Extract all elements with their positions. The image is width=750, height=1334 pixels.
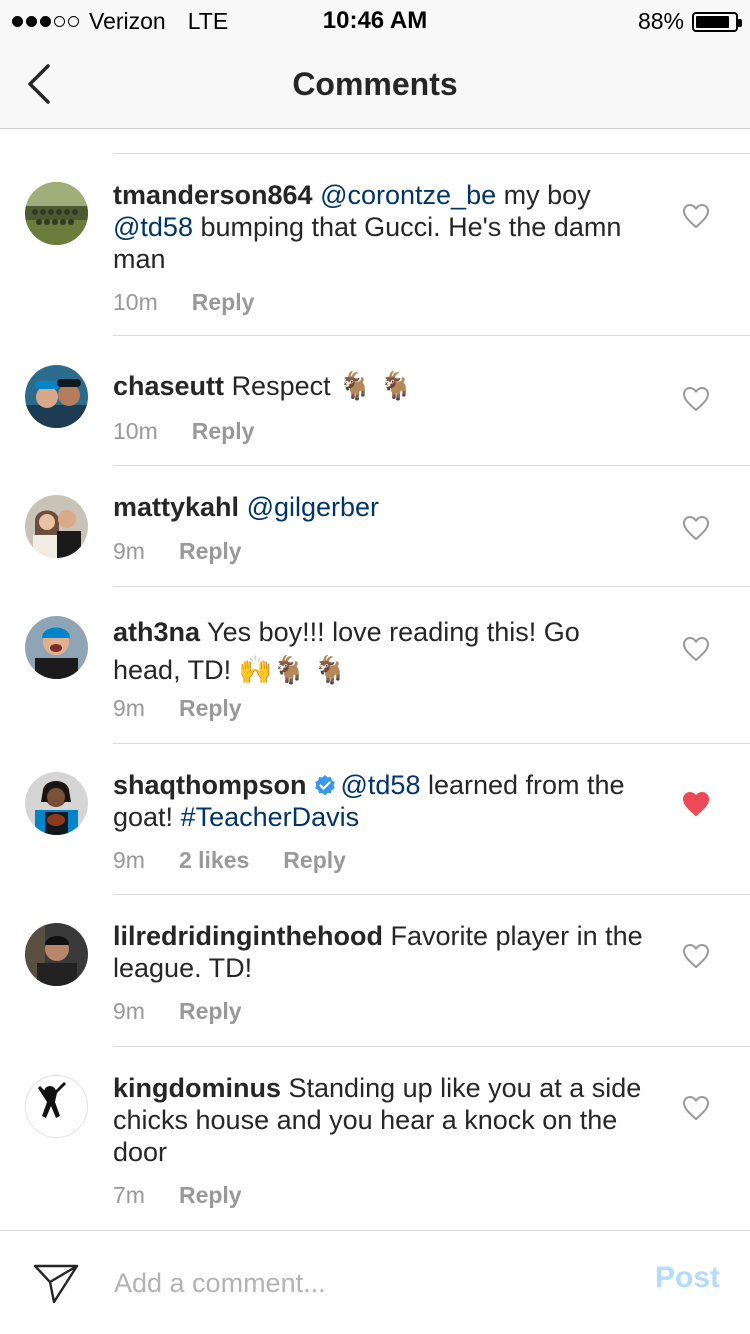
heart-icon[interactable] xyxy=(682,515,710,541)
comment-time: 9m xyxy=(113,695,145,721)
likes-count[interactable]: 2 likes xyxy=(179,847,249,874)
reply-button[interactable]: Reply xyxy=(179,695,242,722)
comment-time: 7m xyxy=(113,1182,145,1208)
comment-username[interactable]: chaseutt xyxy=(113,371,224,401)
comment-username[interactable]: mattykahl xyxy=(113,492,239,522)
comment-meta: 10m Reply xyxy=(113,418,254,445)
divider xyxy=(113,743,750,744)
divider xyxy=(113,153,750,154)
heart-icon[interactable] xyxy=(682,943,710,969)
divider xyxy=(113,1046,750,1047)
comment-link[interactable]: @corontze_be xyxy=(320,180,496,210)
battery-info: 88% xyxy=(637,8,742,35)
heart-icon[interactable] xyxy=(682,636,710,662)
reply-button[interactable]: Reply xyxy=(179,538,242,565)
comment-username[interactable]: lilredridinginthehood xyxy=(113,921,383,951)
comment-meta: 10m Reply xyxy=(113,289,254,316)
divider xyxy=(113,335,750,336)
avatar[interactable] xyxy=(25,1075,88,1138)
reply-button[interactable]: Reply xyxy=(179,1182,242,1209)
comment-link[interactable]: @td58 xyxy=(341,770,421,800)
comment-time: 10m xyxy=(113,418,158,444)
battery-percent: 88% xyxy=(637,8,684,34)
comment-username[interactable]: shaqthompson xyxy=(113,770,307,800)
nav-bar: Comments xyxy=(0,40,750,129)
comment-meta: 9m Reply xyxy=(113,998,242,1025)
reply-button[interactable]: Reply xyxy=(192,418,255,445)
divider xyxy=(113,586,750,587)
comment-link[interactable]: @gilgerber xyxy=(247,492,379,522)
avatar[interactable] xyxy=(25,365,88,428)
heart-icon[interactable] xyxy=(682,203,710,229)
comment-list[interactable]: tmanderson864 @corontze_be my boy @td58 … xyxy=(0,129,750,1230)
comment-time: 10m xyxy=(113,289,158,315)
comment-meta: 9m Reply xyxy=(113,695,242,722)
page-title: Comments xyxy=(292,66,458,102)
post-button[interactable]: Post xyxy=(655,1261,720,1295)
avatar[interactable] xyxy=(25,772,88,835)
reply-button[interactable]: Reply xyxy=(283,847,346,874)
heart-icon[interactable] xyxy=(682,386,710,412)
comment-time: 9m xyxy=(113,847,145,873)
comment-composer: Post xyxy=(0,1230,750,1334)
comment-username[interactable]: tmanderson864 xyxy=(113,180,313,210)
comment-input[interactable] xyxy=(114,1261,614,1305)
status-bar: Verizon LTE 10:46 AM 88% xyxy=(0,0,750,40)
comment-text: my boy xyxy=(496,180,591,210)
avatar[interactable] xyxy=(25,182,88,245)
reply-button[interactable]: Reply xyxy=(192,289,255,316)
comment-time: 9m xyxy=(113,538,145,564)
send-icon[interactable] xyxy=(32,1261,80,1305)
comment-text: Respect 🐐 🐐 xyxy=(231,371,413,401)
divider xyxy=(113,465,750,466)
divider xyxy=(113,894,750,895)
verified-badge-icon xyxy=(314,775,335,796)
comment-username[interactable]: kingdominus xyxy=(113,1073,281,1103)
comment-time: 9m xyxy=(113,998,145,1024)
comment-meta: 7m Reply xyxy=(113,1182,242,1209)
battery-icon xyxy=(692,11,742,32)
heart-icon[interactable] xyxy=(682,1095,710,1121)
heart-filled-icon[interactable] xyxy=(682,791,710,817)
comment-meta: 9m 2 likes Reply xyxy=(113,847,346,874)
comment-link[interactable]: #TeacherDavis xyxy=(181,802,360,832)
avatar[interactable] xyxy=(25,616,88,679)
comment-meta: 9m Reply xyxy=(113,538,242,565)
comment-link[interactable]: @td58 xyxy=(113,212,193,242)
avatar[interactable] xyxy=(25,923,88,986)
comment-username[interactable]: ath3na xyxy=(113,617,200,647)
avatar[interactable] xyxy=(25,495,88,558)
reply-button[interactable]: Reply xyxy=(179,998,242,1025)
